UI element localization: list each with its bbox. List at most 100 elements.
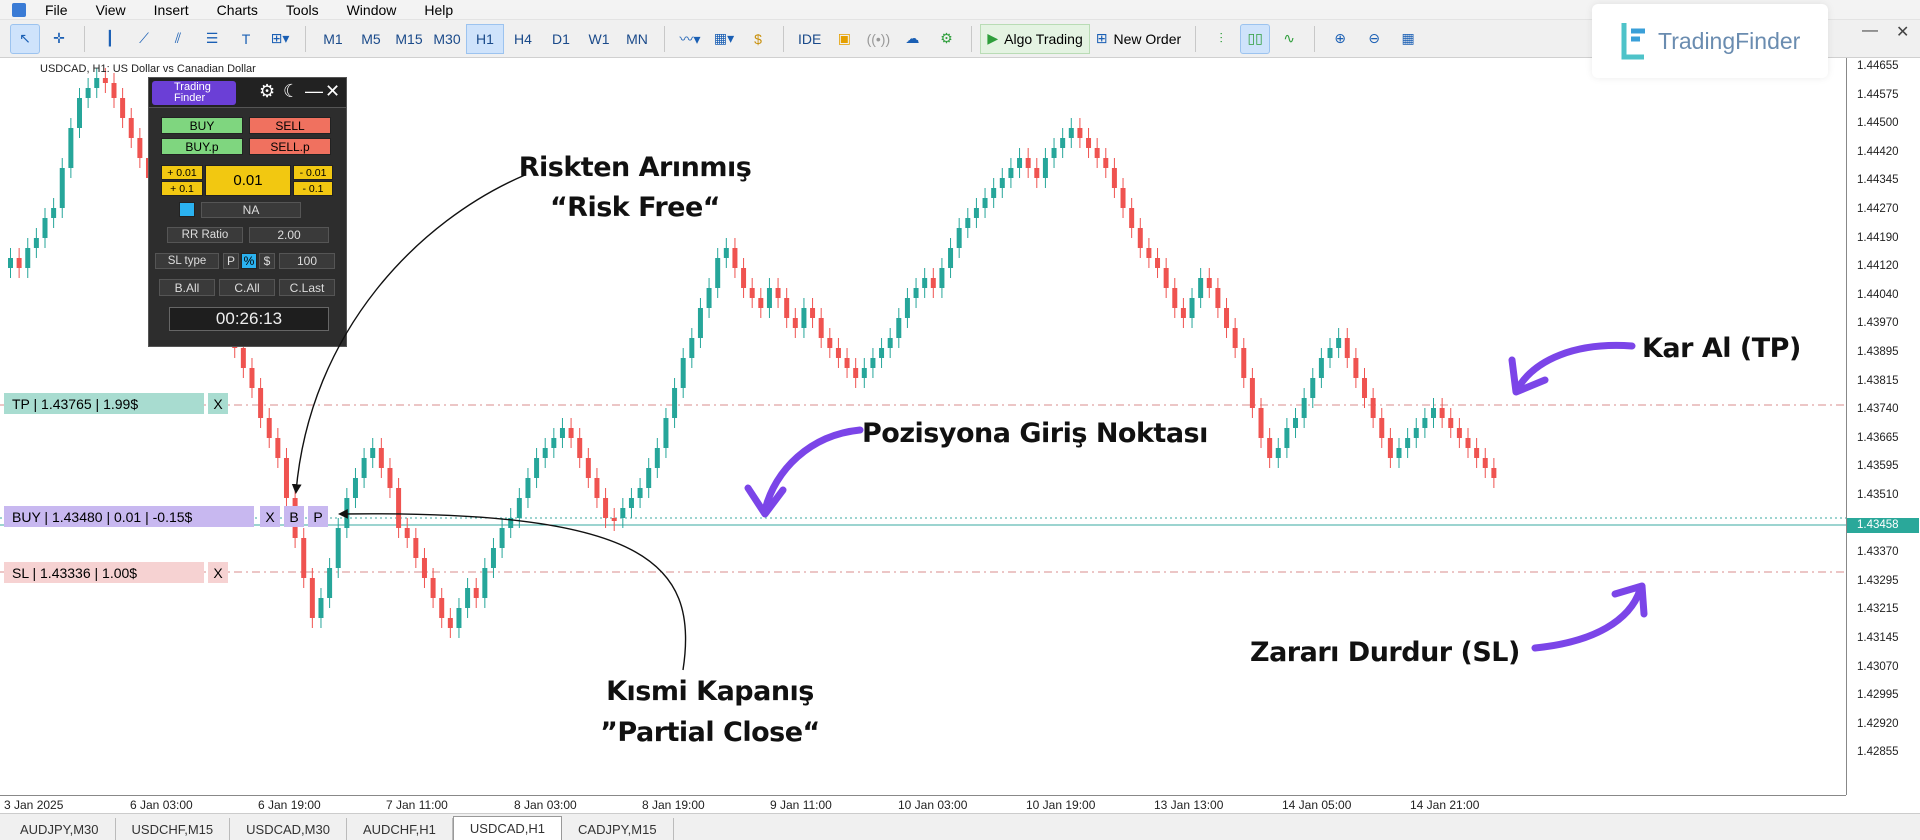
grid-icon[interactable]: ▦ [1393,24,1423,54]
tp-close-button[interactable]: X [208,393,228,414]
tf-m30[interactable]: M30 [428,24,466,54]
price-tick-label: 1.43510 [1857,489,1899,501]
lot-minus-01-button[interactable]: - 0.1 [293,181,333,196]
candle-body [421,558,427,578]
buy-pending-button[interactable]: BUY.p [161,138,243,155]
candle-body [827,338,833,348]
sl-type-points[interactable]: P [223,253,239,269]
zoom-out-icon[interactable]: ⊖ [1359,24,1389,54]
line-chart-icon[interactable]: ∿ [1274,24,1304,54]
buy-partial-button[interactable]: P [308,506,328,527]
sl-type-percent[interactable]: % [241,253,257,269]
lot-plus-001-button[interactable]: + 0.01 [161,165,203,180]
dollar-icon[interactable]: $ [743,24,773,54]
time-axis[interactable]: 3 Jan 2025 6 Jan 03:00 6 Jan 19:00 7 Jan 11… [0,795,1846,813]
close-all-button[interactable]: C.All [219,279,275,296]
buy-all-button[interactable]: B.All [159,279,215,296]
trendline-icon[interactable]: ⟋ [129,24,159,54]
market-icon[interactable]: ▣ [829,24,859,54]
time-tick-label: 13 Jan 13:00 [1154,798,1224,812]
lot-plus-01-button[interactable]: + 0.1 [161,181,203,196]
tf-m1[interactable]: M1 [314,24,352,54]
rr-ratio-label: RR Ratio [167,227,243,243]
plus-icon: ⊞ [1095,30,1108,46]
candle-body [1198,278,1204,298]
shapes-icon[interactable]: ⊞▾ [265,24,295,54]
tf-h4[interactable]: H4 [504,24,542,54]
channel-icon[interactable]: ⫽ [163,24,193,54]
templates-icon[interactable]: ▦▾ [709,24,739,54]
sl-type-dollar[interactable]: $ [259,253,275,269]
close-icon[interactable]: ✕ [1896,22,1909,42]
tf-m5[interactable]: M5 [352,24,390,54]
rr-ratio-input[interactable]: 2.00 [249,227,329,243]
color-swatch[interactable] [179,202,195,217]
cursor-icon[interactable]: ↖ [10,23,40,54]
buy-button[interactable]: BUY [161,117,243,134]
candle-body [1172,288,1178,308]
theme-icon[interactable]: ☾ [283,81,299,102]
new-order-button[interactable]: ⊞ New Order [1090,24,1187,54]
zoom-in-icon[interactable]: ⊕ [1325,24,1355,54]
lot-minus-001-button[interactable]: - 0.01 [293,165,333,180]
sell-button[interactable]: SELL [249,117,331,134]
buy-breakeven-button[interactable]: B [284,506,304,527]
tab-usdcad-h1[interactable]: USDCAD,H1 [452,816,563,840]
sl-line-label[interactable]: SL | 1.43336 | 1.00$ [4,562,204,583]
price-tick-label: 1.43145 [1857,632,1899,644]
menu-tools[interactable]: Tools [275,2,336,18]
price-axis[interactable]: 1.44655 1.44575 1.44500 1.44420 1.44345 1.442… [1846,58,1920,795]
buy-line-label[interactable]: BUY | 1.43480 | 0.01 | -0.15$ [4,506,254,527]
tradingfinder-logo-icon [1621,23,1645,60]
tab-cadjpy-m15[interactable]: CADJPY,M15 [562,818,674,840]
signals-icon[interactable]: ((•)) [863,24,893,54]
vps-icon[interactable]: ☁ [897,24,927,54]
settings-icon[interactable]: ⚙ [931,24,961,54]
minimize-icon[interactable]: — [1862,22,1878,40]
menu-help[interactable]: Help [413,2,470,18]
menu-view[interactable]: View [85,2,143,18]
tf-w1[interactable]: W1 [580,24,618,54]
candle-body [1017,158,1023,168]
close-last-button[interactable]: C.Last [279,279,335,296]
candle-body [1267,438,1273,458]
bar-chart-icon[interactable]: ⫶ [1206,24,1236,54]
tp-line-label[interactable]: TP | 1.43765 | 1.99$ [4,393,204,414]
minimize-icon[interactable]: — [305,81,323,102]
tf-d1[interactable]: D1 [542,24,580,54]
buy-close-button[interactable]: X [260,506,280,527]
candle-body [33,238,39,248]
chart-type-icon[interactable]: 〰▾ [675,24,705,54]
sl-value-input[interactable]: 100 [279,253,335,269]
fibonacci-icon[interactable]: ☰ [197,24,227,54]
tab-audchf-h1[interactable]: AUDCHF,H1 [347,818,453,840]
menu-charts[interactable]: Charts [206,2,275,18]
price-tick-label: 1.44040 [1857,288,1899,301]
time-tick-label: 3 Jan 2025 [4,798,64,812]
close-icon[interactable]: ✕ [325,81,340,102]
tf-mn[interactable]: MN [618,24,656,54]
candle-body [16,258,22,268]
ide-button[interactable]: IDE [792,24,827,54]
tf-m15[interactable]: M15 [390,24,428,54]
text-tool-icon[interactable]: T [231,24,261,54]
price-tick-label: 1.44655 [1857,60,1899,72]
algo-trading-button[interactable]: ▶ Algo Trading [980,23,1090,54]
candles-icon[interactable]: ▯▯ [1240,23,1271,54]
menu-insert[interactable]: Insert [143,2,206,18]
sl-close-button[interactable]: X [208,562,228,583]
vertical-line-icon[interactable]: ┃ [95,24,125,54]
menu-file[interactable]: File [34,2,85,18]
menu-window[interactable]: Window [336,2,414,18]
tf-h1[interactable]: H1 [466,23,504,54]
sell-pending-button[interactable]: SELL.p [249,138,331,155]
tab-audjpy-m30[interactable]: AUDJPY,M30 [4,818,116,840]
lot-input[interactable]: 0.01 [205,165,291,196]
candle-body [1180,308,1186,318]
crosshair-icon[interactable]: ✛ [44,24,74,54]
settings-icon[interactable]: ⚙ [259,81,275,102]
candle-body [25,248,31,268]
tab-usdcad-m30[interactable]: USDCAD,M30 [230,818,347,840]
tab-usdchf-m15[interactable]: USDCHF,M15 [116,818,231,840]
time-tick-label: 6 Jan 03:00 [130,798,193,812]
